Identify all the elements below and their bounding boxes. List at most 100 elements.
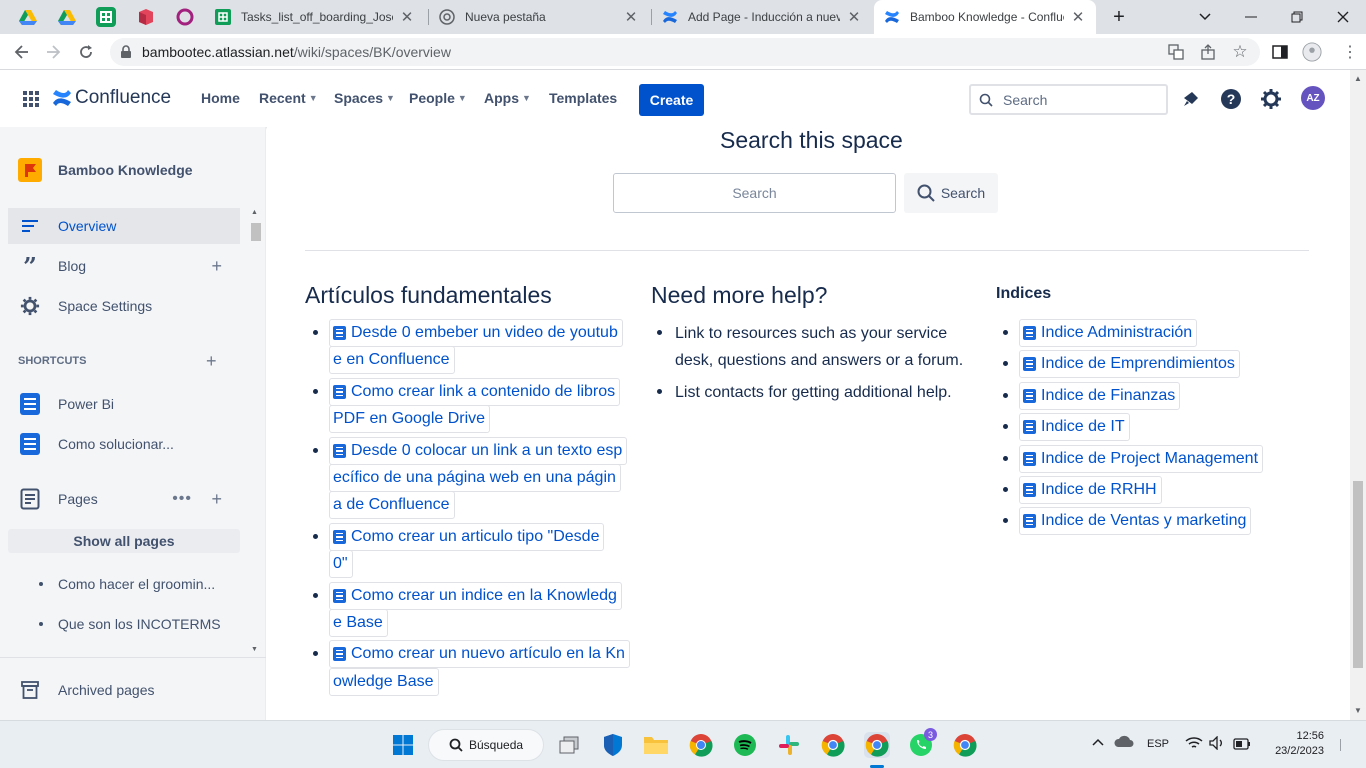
page-scrollbar[interactable]: ▲ ▼ <box>1350 70 1366 720</box>
show-all-pages-button[interactable]: Show all pages <box>8 529 240 553</box>
index-link[interactable]: Indice de IT <box>1019 413 1130 441</box>
close-icon[interactable]: ✕ <box>623 8 639 26</box>
tab-add-page[interactable]: Add Page - Inducción a nuevo ✕ <box>652 0 872 34</box>
article-link[interactable]: Desde 0 colocar un link a un texto esp <box>329 437 628 465</box>
reload-icon[interactable] <box>74 40 98 64</box>
google-sheets-pinned-tab[interactable] <box>96 7 116 27</box>
new-tab-button[interactable]: + <box>1096 0 1142 34</box>
clock[interactable]: 12:56 23/2/2023 <box>1268 729 1324 759</box>
windows-start-icon[interactable] <box>390 732 416 758</box>
header-search-input[interactable]: Search <box>969 84 1168 115</box>
index-link[interactable]: Indice de Emprendimientos <box>1019 350 1240 378</box>
tab-new-tab[interactable]: Nueva pestaña ✕ <box>429 0 649 34</box>
settings-gear-icon[interactable] <box>1259 87 1283 111</box>
slack-icon[interactable] <box>776 732 802 758</box>
index-link[interactable]: Indice de RRHH <box>1019 476 1162 504</box>
sidebar-item-space-settings[interactable]: Space Settings <box>8 288 240 324</box>
shortcut-power-bi[interactable]: Power Bi <box>8 386 240 422</box>
translate-icon[interactable] <box>1166 42 1186 62</box>
confluence-logo[interactable]: Confluence <box>52 87 171 109</box>
sidebar-scrollbar[interactable]: ▲ ▼ <box>250 209 262 657</box>
article-link-continued[interactable]: owledge Base <box>329 668 439 696</box>
task-view-icon[interactable] <box>556 732 582 758</box>
chrome-taskbar-icon[interactable] <box>688 732 714 758</box>
article-link-continued[interactable]: e Base <box>329 609 388 637</box>
scroll-down-arrow-icon[interactable]: ▼ <box>251 646 258 653</box>
close-icon[interactable]: ✕ <box>399 8 415 26</box>
more-options-icon[interactable]: ••• <box>172 490 192 508</box>
article-link-continued[interactable]: ecífico de una página web en una págin <box>329 464 621 492</box>
add-blog-plus-icon[interactable]: + <box>211 256 222 277</box>
lock-icon[interactable] <box>120 45 132 59</box>
sidebar-item-overview[interactable]: Overview <box>8 208 240 244</box>
security-shield-icon[interactable] <box>600 732 626 758</box>
create-button[interactable]: Create <box>639 84 704 116</box>
nav-people[interactable]: People ▼ <box>409 90 467 106</box>
profile-avatar-icon[interactable] <box>1302 42 1322 62</box>
index-link[interactable]: Indice de Ventas y marketing <box>1019 507 1252 535</box>
page-tree-item[interactable]: Como hacer el groomin... <box>39 576 215 592</box>
share-icon[interactable] <box>1198 42 1218 62</box>
side-panel-icon[interactable] <box>1270 42 1290 62</box>
scrollbar-thumb[interactable] <box>1353 481 1363 668</box>
tab-bamboo-knowledge[interactable]: Bamboo Knowledge - Conflue ✕ <box>874 0 1096 34</box>
chrome-profile-icon[interactable] <box>820 732 846 758</box>
tab-search-chevron-icon[interactable] <box>1182 0 1228 34</box>
battery-icon[interactable] <box>1233 737 1251 755</box>
page-tree-item[interactable]: Que son los INCOTERMS <box>39 616 221 632</box>
minimize-icon[interactable] <box>1228 0 1274 34</box>
wifi-icon[interactable] <box>1185 736 1203 755</box>
file-explorer-icon[interactable] <box>643 732 669 758</box>
tab-tasks-list[interactable]: Tasks_list_off_boarding_Jose - ✕ <box>205 0 425 34</box>
circle-app-pinned-tab[interactable] <box>175 7 195 27</box>
nav-spaces[interactable]: Spaces ▼ <box>334 90 395 106</box>
add-page-plus-icon[interactable]: + <box>211 489 222 510</box>
sidebar-item-blog[interactable]: ” Blog + <box>8 248 240 284</box>
app-pinned-tab[interactable] <box>136 7 156 27</box>
google-drive-pinned-tab-2[interactable] <box>57 7 77 27</box>
taskbar-search[interactable]: Búsqueda <box>428 729 544 761</box>
scroll-down-arrow-icon[interactable]: ▼ <box>1354 706 1362 715</box>
show-desktop-button[interactable] <box>1340 739 1343 751</box>
forward-icon[interactable] <box>41 40 65 64</box>
article-link[interactable]: Desde 0 embeber un video de youtub <box>329 319 623 347</box>
article-link[interactable]: Como crear un nuevo artículo en la Kn <box>329 640 630 668</box>
nav-recent[interactable]: Recent ▼ <box>259 90 318 106</box>
nav-home[interactable]: Home <box>201 90 240 106</box>
onedrive-cloud-icon[interactable] <box>1114 734 1134 753</box>
restore-icon[interactable] <box>1274 0 1320 34</box>
tray-overflow-chevron-icon[interactable] <box>1092 735 1104 749</box>
menu-kebab-icon[interactable]: ⋮ <box>1340 42 1360 62</box>
index-link[interactable]: Indice de Finanzas <box>1019 382 1181 410</box>
bookmark-star-icon[interactable]: ☆ <box>1230 42 1250 62</box>
address-bar[interactable]: bambootec.atlassian.net/wiki/spaces/BK/o… <box>110 38 1260 66</box>
space-search-input[interactable]: Search <box>613 173 896 213</box>
space-search-button[interactable]: Search <box>904 173 998 213</box>
scrollbar-thumb[interactable] <box>251 223 261 241</box>
sidebar-item-archived[interactable]: Archived pages <box>8 672 240 708</box>
close-icon[interactable]: ✕ <box>846 8 862 26</box>
chrome-profile-2-icon[interactable] <box>952 732 978 758</box>
article-link[interactable]: Como crear un indice en la Knowledg <box>329 582 622 610</box>
article-link-continued[interactable]: 0" <box>329 550 353 578</box>
index-link[interactable]: Indice de Project Management <box>1019 445 1264 473</box>
scroll-up-arrow-icon[interactable]: ▲ <box>251 209 258 216</box>
article-link[interactable]: Como crear un articulo tipo "Desde <box>329 523 605 551</box>
article-link-continued[interactable]: PDF en Google Drive <box>329 405 491 433</box>
spotify-icon[interactable] <box>732 732 758 758</box>
shortcut-como-solucionar[interactable]: Como solucionar... <box>8 426 240 462</box>
chrome-active-profile-icon[interactable] <box>864 732 890 758</box>
article-link-continued[interactable]: a de Confluence <box>329 491 455 519</box>
article-link-continued[interactable]: e en Confluence <box>329 346 455 374</box>
sidebar-item-pages[interactable]: Pages ••• + <box>8 481 240 517</box>
index-link[interactable]: Indice Administración <box>1019 319 1198 347</box>
notifications-icon[interactable] <box>1179 87 1203 111</box>
language-indicator[interactable]: ESP <box>1147 738 1169 750</box>
nav-templates[interactable]: Templates <box>549 90 617 106</box>
app-switcher-icon[interactable] <box>19 87 43 111</box>
article-link[interactable]: Como crear link a contenido de libros <box>329 378 621 406</box>
space-header[interactable]: Bamboo Knowledge <box>18 158 193 182</box>
scroll-up-arrow-icon[interactable]: ▲ <box>1354 74 1362 83</box>
add-shortcut-plus-icon[interactable]: + <box>206 351 217 372</box>
close-window-icon[interactable] <box>1320 0 1366 34</box>
